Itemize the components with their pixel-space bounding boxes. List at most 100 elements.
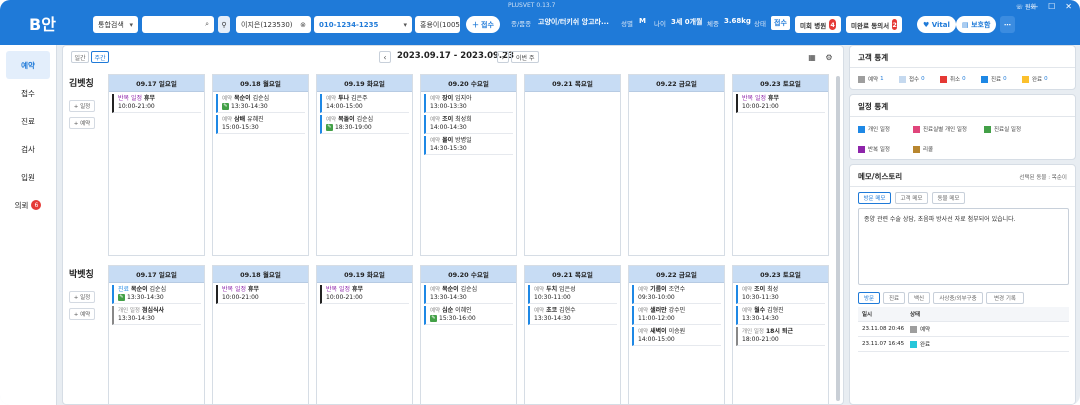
schedule-item[interactable]: 진료 목순이 김순심 ✎ 13:30-14:30: [112, 285, 201, 304]
memo-history-panel: 메모/히스토리 선택된 동물 : 목순이 방문 메모 고객 메모 동물 메모 종…: [849, 164, 1076, 405]
day-column[interactable]: 09.19 화요일 반복 일정 휴무 10:00-21:00: [316, 265, 413, 404]
legend-count: 0: [921, 76, 925, 82]
schedule-type: 반복 일정: [222, 286, 246, 293]
schedule-stats-title: 일정 통계: [858, 102, 889, 111]
schedule-item[interactable]: 반복 일정 휴무 10:00-21:00: [320, 285, 409, 304]
vital-button[interactable]: ♥ Vital: [917, 16, 956, 33]
schedule-item[interactable]: 예약 몰이 방병일 14:30-15:30: [424, 136, 513, 155]
phone-field[interactable]: 010-1234-1235 ▾: [314, 16, 412, 33]
day-column[interactable]: 09.23 토요일 반복 일정 휴무 10:00-21:00: [732, 74, 829, 256]
schedule-time-line: 13:30-14:30: [742, 315, 825, 323]
sidebar-item-referral[interactable]: 의뢰 6: [6, 191, 50, 219]
schedule-item[interactable]: 예약 샐러만 강수민 11:00-12:00: [632, 306, 721, 325]
view-week-button[interactable]: 주간: [91, 51, 109, 63]
owner-name: 이승원: [668, 328, 686, 335]
this-week-button[interactable]: 이번 주: [511, 51, 540, 63]
schedule-item[interactable]: 예약 월수 김형진 13:30-14:30: [736, 306, 825, 325]
add-schedule-button[interactable]: + 일정: [69, 291, 95, 303]
prev-week-icon[interactable]: ‹: [379, 51, 391, 63]
schedule-item[interactable]: 예약 초코 김현수 13:30-14:30: [528, 306, 617, 325]
schedule-item[interactable]: 반복 일정 휴무 10:00-21:00: [112, 94, 201, 113]
day-column[interactable]: 09.18 월요일 반복 일정 휴무 10:00-21:00: [212, 265, 309, 404]
divider: [850, 67, 1075, 68]
day-column[interactable]: 09.21 목요일 예약 두치 임은성 10:30-11:00 예약 초코 김현수 13:3…: [524, 265, 621, 404]
schedule-item[interactable]: 예약 투나 김은주 14:00-15:00: [320, 94, 409, 113]
schedule-item[interactable]: 예약 복돌이 김순심 ✎ 18:30-19:00: [320, 115, 409, 134]
add-reservation-button[interactable]: + 예약: [69, 117, 95, 129]
register-button[interactable]: ＋ 접수: [466, 16, 500, 33]
tab-animal-memo[interactable]: 동물 메모: [932, 192, 965, 204]
day-column[interactable]: 09.21 목요일: [524, 74, 621, 256]
schedule-time-line: ✎ 13:30-14:30: [222, 103, 305, 111]
calendar-icon[interactable]: ▦: [806, 51, 818, 63]
memo-textarea[interactable]: 종양 관련 수술 상담, 초음파 방사선 자료 첨부되어 있습니다.: [858, 208, 1069, 285]
minimize-icon[interactable]: —: [1030, 2, 1038, 11]
day-column[interactable]: 09.22 금요일: [628, 74, 725, 256]
sidebar-item-hospitalization[interactable]: 입원: [6, 163, 50, 191]
table-row[interactable]: 23.11.08 20:46 예약: [858, 322, 1069, 337]
more-icon[interactable]: ⋯: [1000, 16, 1015, 33]
clear-icon[interactable]: ⊗: [300, 21, 306, 29]
guardian-button[interactable]: ▤ 보호함: [956, 16, 997, 33]
day-column[interactable]: 09.19 화요일 예약 투나 김은주 14:00-15:00 예약 복돌이 김순심 ✎ 18…: [316, 74, 413, 256]
schedule-time-line: 13:30-14:30: [430, 294, 513, 302]
schedule-item[interactable]: 예약 삼배 유혜진 15:00-15:30: [216, 115, 305, 134]
day-column[interactable]: 09.23 토요일 예약 조이 최성 10:30-11:30 예약 월수 김형진 13:30…: [732, 265, 829, 404]
animal-field[interactable]: 홍용이(100504): [415, 16, 460, 33]
search-icon[interactable]: ⌕: [205, 20, 209, 29]
consent-button[interactable]: 미완료 동의서 2: [846, 16, 902, 33]
tab-customer-memo[interactable]: 고객 메모: [895, 192, 928, 204]
view-day-button[interactable]: 일간: [71, 51, 89, 63]
vertical-scrollbar[interactable]: [836, 76, 840, 401]
schedule-type: 예약: [326, 96, 337, 102]
owner-field[interactable]: 이지은(123530) ⊗: [236, 16, 311, 33]
tab-history-change-log[interactable]: 변경 기록: [986, 292, 1024, 304]
schedule-item[interactable]: 예약 장이 임지아 13:00-13:30: [424, 94, 513, 113]
status-swatch: [910, 341, 917, 348]
table-row[interactable]: 23.11.07 16:45 완료: [858, 337, 1069, 352]
add-reservation-button[interactable]: + 예약: [69, 308, 95, 320]
tab-history-parasite[interactable]: 사상충/외부구충: [933, 292, 983, 304]
sidebar-item-test[interactable]: 검사: [6, 135, 50, 163]
schedule-item[interactable]: 예약 심순 이혜인 ✎ 15:30-16:00: [424, 306, 513, 325]
customer-stats-panel: 고객 통계 예약 1 접수 0 취소 0 진료 0 완료 0: [849, 45, 1076, 90]
schedule-item[interactable]: 예약 목순이 김순심 ✎ 13:30-14:30: [216, 94, 305, 113]
day-header: 09.20 수요일: [421, 75, 516, 92]
tab-history-vaccine[interactable]: 백신: [908, 292, 930, 304]
schedule-item[interactable]: 예약 새벽이 이승원 14:00-15:00: [632, 327, 721, 346]
maximize-icon[interactable]: ☐: [1048, 2, 1055, 11]
tab-history-visit[interactable]: 방문: [858, 292, 880, 304]
owner-name: 방병일: [455, 137, 472, 144]
schedule-item[interactable]: 예약 조이 최성희 14:00-14:30: [424, 115, 513, 134]
legend-swatch: [858, 145, 865, 153]
weekly-calendar: 일간 주간 ‹ 2023.09.17 - 2023.09.23 › 이번 주 ▦…: [62, 45, 844, 405]
schedule-item[interactable]: 예약 목순이 김순심 13:30-14:30: [424, 285, 513, 304]
unpaid-button[interactable]: 미회 병원 4: [795, 16, 841, 33]
day-column[interactable]: 09.20 수요일 예약 목순이 김순심 13:30-14:30 예약 심순 이혜인 ✎ 15…: [420, 265, 517, 404]
schedule-item[interactable]: 반복 일정 휴무 10:00-21:00: [736, 94, 825, 113]
day-column[interactable]: 09.20 수요일예약 장이 임지아 13:00-13:30 예약 조이 최성희 14:0…: [420, 74, 517, 256]
schedule-item[interactable]: 개인 일정 점심식사 13:30-14:30: [112, 306, 201, 325]
search-input[interactable]: ⌕: [142, 16, 214, 33]
next-week-icon[interactable]: ›: [497, 51, 509, 63]
filter-icon[interactable]: ⚙: [823, 51, 835, 63]
day-column[interactable]: 09.17 일요일 반복 일정 휴무 10:00-21:00: [108, 74, 205, 256]
search-scope-select[interactable]: 통합검색 ▾: [93, 16, 138, 33]
close-icon[interactable]: ✕: [1065, 2, 1072, 11]
tab-visit-memo[interactable]: 방문 메모: [858, 192, 891, 204]
schedule-item[interactable]: 예약 기름이 조연수 09:30-10:00: [632, 285, 721, 304]
user-search-icon[interactable]: ⚲: [218, 16, 230, 33]
sidebar-item-treatment[interactable]: 진료: [6, 107, 50, 135]
schedule-line: 예약 투나 김은주: [326, 95, 409, 103]
day-column[interactable]: 09.22 금요일 예약 기름이 조연수 09:30-10:00 예약 샐러만 강수민 11…: [628, 265, 725, 404]
tab-history-treatment[interactable]: 진료: [883, 292, 905, 304]
schedule-item[interactable]: 개인 일정 18시 퇴근 18:00-21:00: [736, 327, 825, 346]
day-column[interactable]: 09.18 월요일 예약 목순이 김순심 ✎ 13:30-14:30 예약 삼배 유혜진 15…: [212, 74, 309, 256]
schedule-item[interactable]: 반복 일정 휴무 10:00-21:00: [216, 285, 305, 304]
schedule-item[interactable]: 예약 조이 최성 10:30-11:30: [736, 285, 825, 304]
add-schedule-button[interactable]: + 일정: [69, 100, 95, 112]
schedule-item[interactable]: 예약 두치 임은성 10:30-11:00: [528, 285, 617, 304]
sidebar-item-reception[interactable]: 접수: [6, 79, 50, 107]
sidebar-item-reservation[interactable]: 예약: [6, 51, 50, 79]
day-column[interactable]: 09.17 일요일 진료 목순이 김순심 ✎ 13:30-14:30 개인 일정 점심식사 1…: [108, 265, 205, 404]
